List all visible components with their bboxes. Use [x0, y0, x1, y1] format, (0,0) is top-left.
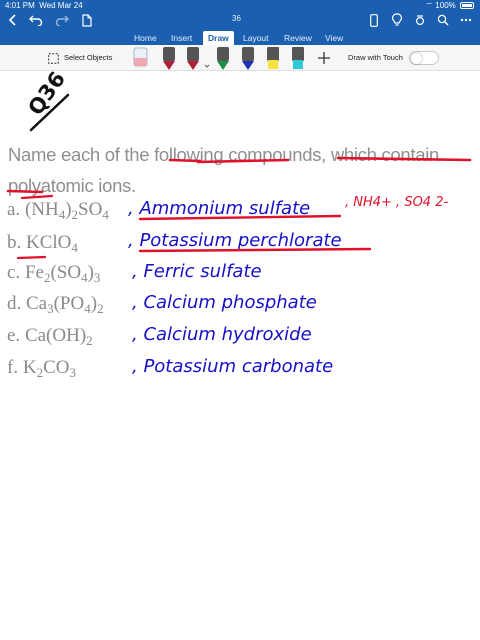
- underline-answer-b: [138, 247, 372, 253]
- formula-subscript: 4: [71, 240, 78, 255]
- compound-formula: (NH4)2SO4: [24, 199, 109, 222]
- compound-b: b. KClO4: [7, 232, 78, 254]
- lightbulb-icon[interactable]: [390, 12, 404, 28]
- formula-subscript: 3: [69, 365, 76, 380]
- pen-red-selected[interactable]: [187, 47, 210, 70]
- pen-blue[interactable]: [242, 47, 254, 70]
- select-objects-button[interactable]: Select Objects: [64, 53, 112, 62]
- formula-part: Ca(OH): [24, 325, 87, 346]
- answer-a: , Ammonium sulfate: [128, 198, 310, 219]
- compound-e: e. Ca(OH)2: [7, 325, 93, 347]
- formula-part: CO: [43, 357, 70, 378]
- status-time: 4:01 PM Wed Mar 24: [5, 1, 83, 10]
- formula-part: KClO: [26, 232, 72, 253]
- tab-home[interactable]: Home: [129, 31, 162, 45]
- compound-formula: Ca3(PO4)2: [26, 293, 104, 316]
- formula-subscript: 2: [86, 333, 93, 348]
- question-text: Name each of the following compounds, wh…: [8, 144, 440, 196]
- highlighter-cyan[interactable]: [292, 47, 304, 69]
- tab-layout[interactable]: Layout: [238, 31, 274, 45]
- redo-button[interactable]: [54, 12, 70, 28]
- phone-view-icon[interactable]: [367, 12, 381, 28]
- lasso-select-icon[interactable]: [47, 52, 59, 64]
- status-right: ⌔ 100%: [426, 1, 474, 11]
- battery-percent: 100%: [435, 1, 456, 10]
- compound-letter: d.: [7, 293, 22, 314]
- compound-a: a. (NH4)2SO4: [7, 199, 109, 221]
- wifi-icon: ⌔: [425, 1, 434, 10]
- compound-formula: K2CO3: [22, 357, 76, 380]
- compound-d: d. Ca3(PO4)2: [7, 293, 104, 315]
- add-pen-button[interactable]: [317, 51, 331, 65]
- formula-subscript: 2: [97, 301, 104, 316]
- formula-part: Ca: [26, 293, 48, 314]
- answer-e: , Calcium hydroxide: [132, 324, 312, 345]
- compound-letter: c.: [7, 262, 21, 283]
- compound-c: c. Fe2(SO4)3: [7, 262, 100, 284]
- formula-part: (NH: [24, 199, 59, 220]
- draw-ribbon: Select Objects Draw with Touch: [0, 45, 480, 71]
- status-bar: 4:01 PM Wed Mar 24 ⌔ 100%: [0, 0, 480, 12]
- formula-subscript: 3: [93, 270, 101, 285]
- compound-letter: e.: [7, 325, 21, 346]
- app-bar: 4:01 PM Wed Mar 24 ⌔ 100% 36 Home Insert: [0, 0, 480, 45]
- label-slash: [29, 93, 70, 132]
- answer-c: , Ferric sulfate: [132, 261, 262, 282]
- compound-letter: f.: [7, 357, 19, 378]
- more-icon[interactable]: [458, 12, 474, 28]
- highlighter-yellow[interactable]: [267, 47, 279, 69]
- compound-letter: b.: [7, 232, 22, 253]
- page-count: 36: [232, 14, 241, 23]
- draw-with-touch-label: Draw with Touch: [348, 53, 403, 62]
- search-icon[interactable]: [436, 12, 450, 28]
- ink-layer: Q36 , Ammonium sulfate , Potassium perch…: [6, 67, 472, 377]
- compound-formula: Fe2(SO4)3: [24, 262, 101, 285]
- compound-formula: Ca(OH)2: [24, 325, 93, 348]
- answer-b: , Potassium perchlorate: [128, 230, 342, 251]
- battery-icon: [460, 2, 474, 9]
- share-icon[interactable]: [413, 12, 427, 28]
- formula-part: K: [22, 357, 37, 378]
- ribbon-tabs: Home Insert Draw Layout Review View: [0, 31, 480, 45]
- formula-part: SO: [78, 199, 103, 220]
- tab-insert[interactable]: Insert: [166, 31, 197, 45]
- answer-d: , Calcium phosphate: [132, 292, 317, 313]
- tab-view[interactable]: View: [320, 31, 348, 45]
- underline-answer-a: [138, 214, 342, 221]
- formula-subscript: 4: [102, 207, 109, 222]
- mark-b: [16, 255, 47, 260]
- pen-tools: [133, 47, 304, 70]
- file-icon[interactable]: [80, 12, 94, 28]
- pen-green[interactable]: [217, 47, 229, 70]
- pen-dark-red[interactable]: [163, 47, 175, 70]
- question-label: Q36: [23, 67, 70, 119]
- compound-letter: a.: [7, 199, 21, 220]
- eraser-tool[interactable]: [133, 47, 148, 67]
- tab-review[interactable]: Review: [279, 31, 317, 45]
- draw-with-touch-toggle[interactable]: [409, 51, 439, 65]
- formula-part: (SO: [50, 262, 82, 283]
- tab-draw[interactable]: Draw: [203, 31, 234, 45]
- formula-part: (PO: [53, 293, 85, 314]
- formula-part: Fe: [24, 262, 44, 283]
- compound-formula: KClO4: [26, 232, 78, 255]
- compound-f: f. K2CO3: [7, 357, 76, 379]
- undo-button[interactable]: [28, 12, 44, 28]
- back-button[interactable]: [6, 12, 20, 28]
- answer-f: , Potassium carbonate: [132, 356, 333, 377]
